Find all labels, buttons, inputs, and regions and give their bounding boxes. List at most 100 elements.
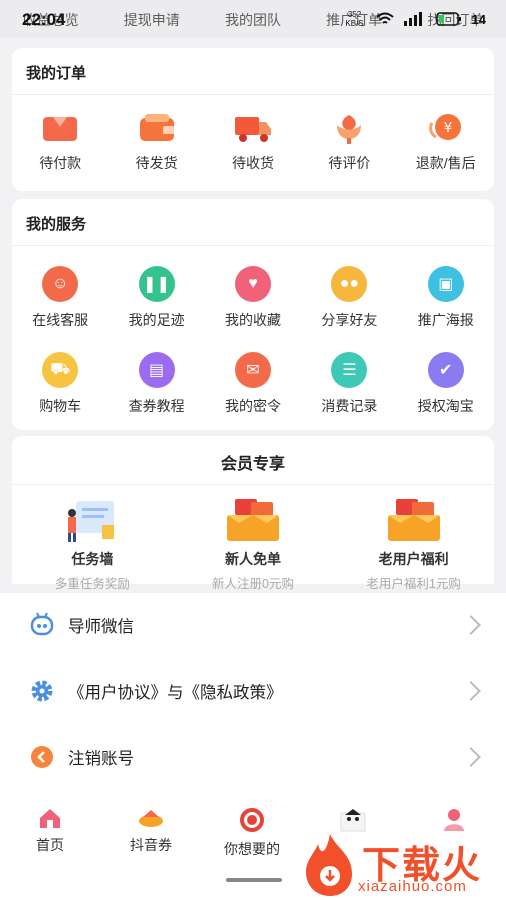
service-favorites[interactable]: ♥ 我的收藏: [205, 266, 301, 330]
orders-row: 待付款 待发货 待收货 待评价 ¥ 退款/售后: [12, 111, 494, 173]
service-label: 查券教程: [128, 398, 185, 414]
member-sub: 多重任务奖励: [54, 577, 130, 591]
list-label: 注销账号: [68, 750, 134, 768]
watermark-url: xiazaihuo.com: [358, 878, 467, 895]
member-card: 会员专享 任务墙 多重任务奖励 新人免单 新人注册0元购 老用户福利 老用户福利…: [12, 436, 494, 591]
service-share-friends[interactable]: ●● 分享好友: [301, 266, 397, 330]
service-online-support[interactable]: ☺ 在线客服: [12, 266, 108, 330]
service-spending-record[interactable]: ☰ 消费记录: [301, 352, 397, 416]
member-name: 新人免单: [224, 551, 281, 567]
flower-icon: [337, 115, 362, 144]
service-poster[interactable]: ▣ 推广海报: [398, 266, 494, 330]
order-pending-receipt[interactable]: 待收货: [205, 111, 301, 173]
svg-text:¥: ¥: [444, 121, 452, 136]
gift-box-icon: [226, 499, 279, 541]
coupon-icon: [139, 810, 163, 827]
tab-my-team[interactable]: 我的团队: [225, 10, 281, 30]
task-wall-icon: [68, 501, 115, 542]
order-pending-review[interactable]: 待评价: [301, 111, 397, 173]
gift-box-icon: [387, 499, 440, 541]
profile-icon: [444, 809, 464, 831]
wifi-icon: [375, 12, 394, 24]
chevron-right-icon: [461, 747, 481, 767]
service-label: 分享好友: [321, 312, 378, 328]
service-label: 我的密令: [224, 398, 281, 414]
status-indicators: 352 KB/S 14: [344, 10, 486, 28]
service-secret-code[interactable]: ✉ 我的密令: [205, 352, 301, 416]
purse-icon: [139, 114, 174, 141]
nav-profile[interactable]: [404, 807, 504, 831]
service-authorize-taobao[interactable]: ✔ 授权淘宝: [398, 352, 494, 416]
order-pending-payment[interactable]: 待付款: [12, 111, 108, 173]
truck-icon: [234, 117, 271, 142]
member-old-user-benefit[interactable]: 老用户福利 老用户福利1元购: [334, 499, 494, 592]
settings-list: 导师微信 《用户协议》与《隐私政策》 注销账号: [0, 593, 506, 793]
nav-label: 抖音券: [130, 837, 172, 853]
list-item-deactivate[interactable]: 注销账号: [0, 737, 506, 777]
service-label: 消费记录: [321, 398, 378, 414]
nav-douyin-coupon[interactable]: 抖音券: [101, 807, 201, 855]
divider: [12, 94, 494, 95]
order-refund[interactable]: ¥ 退款/售后: [398, 111, 494, 173]
divider: [12, 245, 494, 246]
tab-withdraw[interactable]: 提现申请: [124, 10, 180, 30]
member-name: 任务墙: [71, 551, 114, 567]
member-sub: 老用户福利1元购: [366, 577, 461, 591]
nav-label: 你想要的: [224, 841, 280, 857]
book-icon: ▤: [138, 352, 175, 388]
list-item-mentor-wechat[interactable]: 导师微信: [0, 605, 506, 645]
poster-icon: ▣: [427, 266, 464, 302]
record-icon: ☰: [331, 352, 368, 388]
member-name: 老用户福利: [378, 551, 449, 567]
divider: [12, 484, 494, 485]
service-label: 在线客服: [32, 312, 89, 328]
services-title: 我的服务: [26, 216, 87, 233]
flame-logo-icon: [306, 834, 352, 896]
order-label: 待评价: [328, 155, 371, 171]
home-icon: [40, 809, 60, 828]
order-label: 退款/售后: [415, 155, 476, 171]
services-row-1: ☺ 在线客服 ❚❚ 我的足迹 ♥ 我的收藏 ●● 分享好友 ▣ 推广海报: [12, 266, 494, 330]
battery-level: 14: [471, 11, 486, 27]
nav-label: 首页: [36, 837, 64, 853]
list-label: 导师微信: [68, 618, 134, 636]
nav-what-you-want[interactable]: 你想要的: [202, 807, 302, 859]
service-label: 我的足迹: [128, 312, 185, 328]
services-row-2: ⛟ 购物车 ▤ 查券教程 ✉ 我的密令 ☰ 消费记录 ✔ 授权淘宝: [12, 352, 494, 416]
member-sub: 新人注册0元购: [212, 577, 294, 591]
wallet-icon: [43, 117, 78, 141]
member-newcomer-free[interactable]: 新人免单 新人注册0元购: [173, 499, 333, 592]
gear-icon: [31, 680, 53, 702]
service-label: 我的收藏: [224, 312, 281, 328]
battery-icon: [435, 12, 461, 26]
signal-icon: [403, 12, 422, 26]
orders-title: 我的订单: [26, 65, 87, 82]
member-row: 任务墙 多重任务奖励 新人免单 新人注册0元购 老用户福利 老用户福利1元购: [12, 499, 494, 592]
service-cart[interactable]: ⛟ 购物车: [12, 352, 108, 416]
chevron-right-icon: [461, 681, 481, 701]
order-label: 待发货: [135, 155, 178, 171]
footprint-icon: ❚❚: [138, 266, 175, 302]
order-label: 待付款: [39, 155, 82, 171]
service-footprint[interactable]: ❚❚ 我的足迹: [109, 266, 205, 330]
home-indicator[interactable]: [226, 878, 282, 882]
shield-check-icon: ✔: [427, 352, 464, 388]
order-label: 待收货: [231, 155, 274, 171]
service-label: 推广海报: [417, 312, 474, 328]
status-time: 22:04: [22, 10, 66, 29]
headset-icon: ☺: [42, 266, 79, 302]
nav-home[interactable]: 首页: [0, 807, 100, 855]
mail-lock-icon: ✉: [234, 352, 271, 388]
service-label: 授权淘宝: [417, 398, 474, 414]
orders-card: 我的订单 待付款 待发货 待收货 待评价 ¥ 退款/售后: [12, 48, 494, 191]
order-pending-shipment[interactable]: 待发货: [109, 111, 205, 173]
list-label: 《用户协议》与《隐私政策》: [68, 684, 283, 702]
service-coupon-tutorial[interactable]: ▤ 查券教程: [109, 352, 205, 416]
target-icon: [240, 808, 264, 832]
services-card: 我的服务 ☺ 在线客服 ❚❚ 我的足迹 ♥ 我的收藏 ●● 分享好友 ▣ 推广海…: [12, 199, 494, 430]
cart-icon: ⛟: [42, 352, 79, 388]
watermark: 下载火 xiazaihuo.com: [300, 830, 506, 900]
member-task-wall[interactable]: 任务墙 多重任务奖励: [12, 499, 172, 592]
list-item-agreement[interactable]: 《用户协议》与《隐私政策》: [0, 671, 506, 711]
chevron-right-icon: [461, 615, 481, 635]
